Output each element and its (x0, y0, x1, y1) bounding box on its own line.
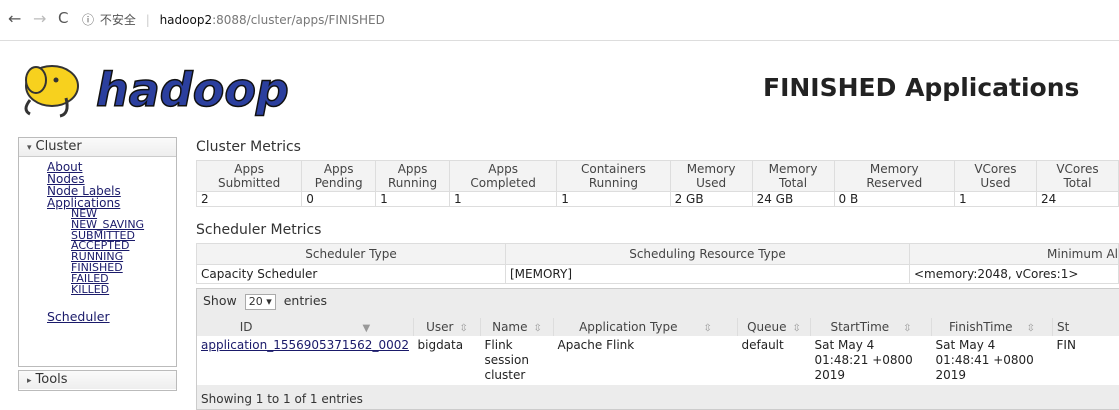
metrics-value-6: 24 GB (752, 192, 834, 207)
scheduler-minimum-value: <memory:2048, vCores:1> (910, 265, 1119, 284)
sort-icon: ⇳ (793, 323, 801, 334)
sort-icon: ⇳ (534, 323, 542, 334)
metrics-value-2: 1 (376, 192, 450, 207)
col-header-name[interactable]: Name⇳ (481, 318, 554, 336)
metrics-value-9: 24 (1036, 192, 1118, 207)
app-id-cell: application_1556905371562_0002 (197, 336, 414, 385)
dropdown-arrow-icon: ▾ (266, 295, 272, 308)
metrics-value-0: 2 (197, 192, 302, 207)
show-label: Show (203, 293, 237, 308)
col-header-state[interactable]: St (1053, 318, 1119, 336)
table-row: application_1556905371562_0002 bigdata F… (197, 336, 1119, 385)
metrics-header-8: VCoresUsed (954, 161, 1036, 192)
col-header-starttime[interactable]: StartTime⇳ (811, 318, 932, 336)
svg-text:hadoop: hadoop (96, 63, 289, 117)
metrics-value-7: 0 B (834, 192, 954, 207)
info-icon[interactable]: ⓘ (82, 13, 94, 27)
cluster-metrics-title: Cluster Metrics (196, 139, 301, 155)
expand-triangle-icon: ▾ (27, 143, 32, 153)
page-title: FINISHED Applications (763, 73, 1079, 102)
applications-panel: Show 20 ▾ entries ID▼ User⇳ Name⇳ Applic… (196, 288, 1119, 410)
collapse-triangle-icon: ▸ (27, 376, 32, 386)
scheduler-type-value: Capacity Scheduler (197, 265, 506, 284)
app-user-cell: bigdata (414, 336, 481, 385)
sidebar-cluster-panel: ▾Cluster About Nodes Node Labels Applica… (18, 137, 177, 367)
scheduler-metrics-title: Scheduler Metrics (196, 222, 321, 238)
col-header-finishtime[interactable]: FinishTime⇳ (932, 318, 1053, 336)
app-starttime-cell: Sat May 4 01:48:21 +0800 2019 (811, 336, 932, 385)
app-name-cell: Flink session cluster (481, 336, 554, 385)
metrics-header-2: AppsRunning (376, 161, 450, 192)
sidebar-cluster-label: Cluster (36, 139, 82, 154)
reload-icon[interactable]: C (58, 9, 68, 27)
sidebar-link-scheduler[interactable]: Scheduler (47, 311, 176, 323)
app-type-cell: Apache Flink (554, 336, 738, 385)
metrics-value-8: 1 (954, 192, 1036, 207)
sidebar-tools-header[interactable]: ▸ Tools (19, 371, 176, 389)
table-info: Showing 1 to 1 of 1 entries (201, 392, 363, 406)
metrics-header-3: AppsCompleted (450, 161, 557, 192)
metrics-header-5: MemoryUsed (670, 161, 752, 192)
cluster-metrics-table: AppsSubmittedAppsPendingAppsRunningAppsC… (196, 160, 1119, 207)
app-finishtime-cell: Sat May 4 01:48:41 +0800 2019 (932, 336, 1053, 385)
col-header-type[interactable]: Application Type⇳ (554, 318, 738, 336)
sort-icon: ⇳ (459, 323, 467, 334)
entries-select[interactable]: 20 ▾ (245, 294, 276, 310)
url-path[interactable]: :8088/cluster/apps/FINISHED (212, 13, 385, 27)
metrics-header-9: VCoresTotal (1036, 161, 1118, 192)
entries-length-control: Show 20 ▾ entries (203, 293, 327, 310)
metrics-header-0: AppsSubmitted (197, 161, 302, 192)
metrics-header-6: MemoryTotal (752, 161, 834, 192)
metrics-header-7: MemoryReserved (834, 161, 954, 192)
scheduler-metrics-table: Scheduler Type Scheduling Resource Type … (196, 243, 1119, 284)
scheduler-resource-value: [MEMORY] (506, 265, 910, 284)
sort-icon: ⇳ (1027, 323, 1035, 334)
sort-desc-icon: ▼ (363, 323, 371, 334)
sidebar-link-killed[interactable]: KILLED (71, 285, 176, 296)
scheduler-header-resource: Scheduling Resource Type (506, 244, 910, 265)
hadoop-logo[interactable]: hadoop (16, 58, 306, 120)
sort-icon: ⇳ (903, 323, 911, 334)
browser-toolbar: ← → C ⓘ 不安全 | hadoop2:8088/cluster/apps/… (0, 0, 1119, 41)
elephant-icon (26, 66, 78, 116)
metrics-header-4: ContainersRunning (557, 161, 670, 192)
col-header-user[interactable]: User⇳ (414, 318, 481, 336)
col-header-id[interactable]: ID▼ (197, 318, 414, 336)
metrics-value-3: 1 (450, 192, 557, 207)
metrics-value-1: 0 (302, 192, 376, 207)
entries-label: entries (284, 293, 327, 308)
back-arrow-icon[interactable]: ← (8, 9, 21, 28)
metrics-value-5: 2 GB (670, 192, 752, 207)
scheduler-header-type: Scheduler Type (197, 244, 506, 265)
app-queue-cell: default (738, 336, 811, 385)
address-bar[interactable]: ⓘ 不安全 | hadoop2:8088/cluster/apps/FINISH… (82, 10, 1112, 30)
applications-table: ID▼ User⇳ Name⇳ Application Type⇳ Queue⇳… (197, 318, 1119, 385)
app-id-link[interactable]: application_1556905371562_0002 (201, 338, 409, 352)
sort-icon: ⇳ (704, 323, 712, 334)
forward-arrow-icon[interactable]: → (33, 9, 46, 28)
sidebar-cluster-header[interactable]: ▾ Cluster (19, 138, 176, 157)
metrics-header-1: AppsPending (302, 161, 376, 192)
sidebar-tools-label: Tools (36, 372, 68, 387)
sidebar-link-applications[interactable]: Applications (47, 197, 176, 209)
col-header-queue[interactable]: Queue⇳ (738, 318, 811, 336)
metrics-value-4: 1 (557, 192, 670, 207)
url-separator: | (146, 13, 150, 27)
app-state-cell: FIN (1053, 336, 1119, 385)
security-label[interactable]: 不安全 (100, 13, 136, 27)
sidebar-tools-panel[interactable]: ▸ Tools (18, 370, 177, 391)
scheduler-header-minimum: Minimum Al (910, 244, 1119, 265)
url-host[interactable]: hadoop2 (160, 13, 213, 27)
